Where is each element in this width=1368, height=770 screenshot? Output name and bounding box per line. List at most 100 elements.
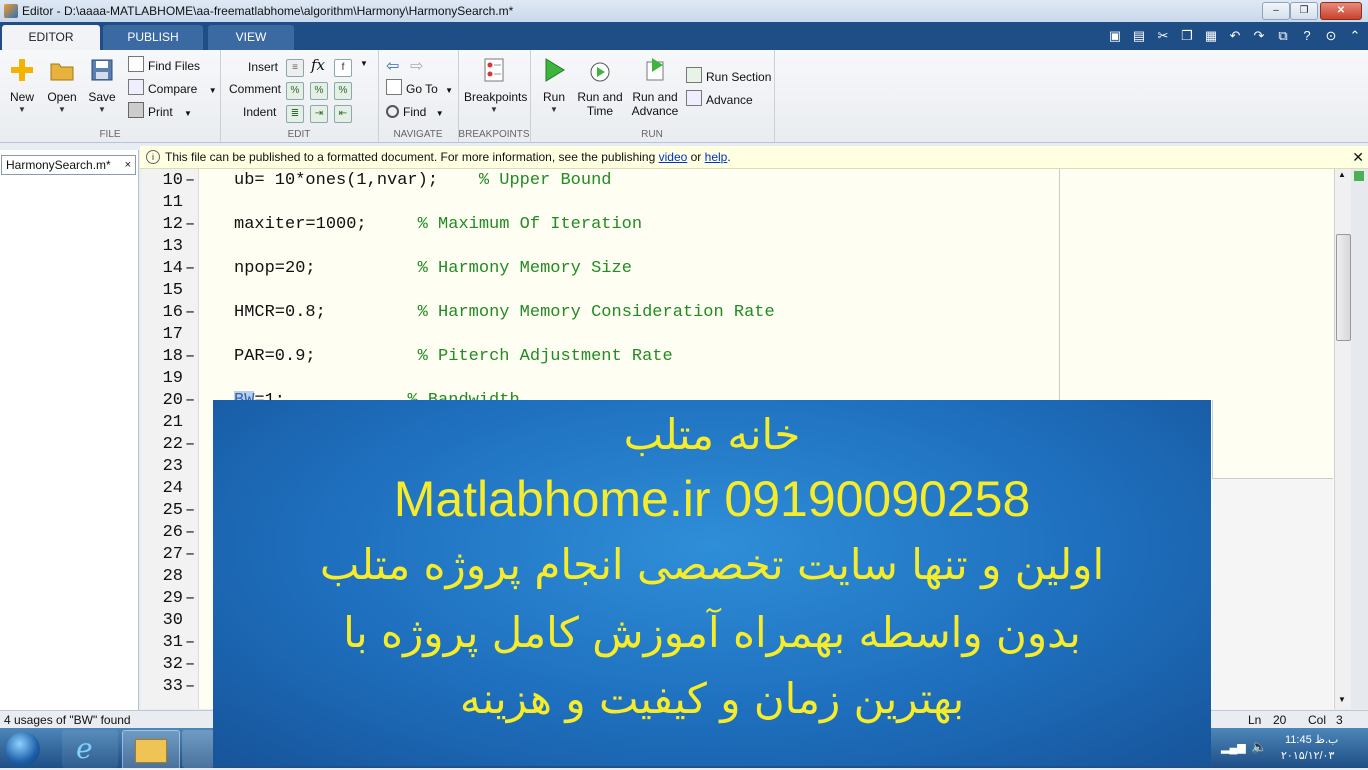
decrease-indent-icon[interactable]: ⇤ xyxy=(334,105,352,123)
matlab-taskbar-button[interactable] xyxy=(182,730,214,768)
fx-icon[interactable]: fx xyxy=(311,56,325,74)
close-window-button[interactable]: ✕ xyxy=(1320,2,1362,20)
save-button[interactable]: Save ▼ xyxy=(80,54,124,114)
new-button[interactable]: New ▼ xyxy=(0,54,44,114)
tab-view[interactable]: VIEW xyxy=(208,25,294,50)
video-link[interactable]: video xyxy=(659,150,688,164)
executable-line-marker[interactable]: – xyxy=(185,545,195,564)
advance-label: Advance xyxy=(706,93,753,107)
insert-button[interactable]: Insert xyxy=(248,57,278,77)
edit-group-label: EDIT xyxy=(287,129,311,140)
internet-explorer-taskbar-button[interactable]: e xyxy=(62,730,118,768)
help-icon[interactable]: ? xyxy=(1298,27,1316,45)
insert-section-icon[interactable]: ≡ xyxy=(286,59,304,77)
insert-function-icon[interactable]: f xyxy=(334,59,352,77)
close-tab-icon[interactable]: × xyxy=(125,156,131,174)
open-button[interactable]: Open ▼ xyxy=(40,54,84,114)
scroll-up-icon[interactable]: ▲ xyxy=(1338,170,1346,179)
executable-line-marker[interactable]: – xyxy=(185,523,195,542)
code-line[interactable]: PAR=0.9; % Piterch Adjustment Rate xyxy=(234,347,673,366)
close-notice-icon[interactable]: ✕ xyxy=(1352,146,1364,168)
save-quick-icon[interactable]: ▤ xyxy=(1130,27,1148,45)
file-tab-harmonysearch[interactable]: HarmonySearch.m* × xyxy=(1,155,136,175)
info-icon: i xyxy=(146,150,160,164)
smart-indent-icon[interactable]: ≣ xyxy=(286,105,304,123)
undo-icon[interactable]: ↶ xyxy=(1226,27,1244,45)
speaker-icon[interactable]: 🔈 xyxy=(1251,739,1267,755)
copy-icon[interactable]: ❐ xyxy=(1178,27,1196,45)
run-button[interactable]: Run ▼ xyxy=(532,54,576,114)
collapse-ribbon-icon[interactable]: ⌃ xyxy=(1346,27,1364,45)
explorer-taskbar-button[interactable] xyxy=(122,730,180,770)
clock-date[interactable]: ۲۰۱۵/۱۲/۰۳ xyxy=(1281,749,1334,762)
executable-line-marker[interactable]: – xyxy=(185,303,195,322)
executable-line-marker[interactable]: – xyxy=(185,215,195,234)
uncomment-icon[interactable]: % xyxy=(310,82,328,100)
executable-line-marker[interactable]: – xyxy=(185,435,195,454)
find-button[interactable]: Find ▼ xyxy=(386,102,444,122)
indent-button[interactable]: Indent xyxy=(243,102,276,122)
executable-line-marker[interactable]: – xyxy=(185,501,195,520)
code-text: HMCR=0.8; xyxy=(234,303,326,322)
paste-icon[interactable]: ▦ xyxy=(1202,27,1220,45)
scroll-down-icon[interactable]: ▼ xyxy=(1338,695,1346,704)
executable-line-marker[interactable]: – xyxy=(185,347,195,366)
system-tray: ▂▄▆ 🔈 11:45 ب.ظ ۲۰۱۵/۱۲/۰۳ xyxy=(1211,728,1368,768)
executable-line-marker[interactable]: – xyxy=(185,589,195,608)
comment-icon[interactable]: % xyxy=(286,82,304,100)
executable-line-marker[interactable]: – xyxy=(185,391,195,410)
code-analyzer-status-icon[interactable] xyxy=(1354,171,1364,181)
advance-icon xyxy=(686,90,702,106)
line-number: 20 xyxy=(162,391,183,410)
redo-icon[interactable]: ↷ xyxy=(1250,27,1268,45)
minimize-button[interactable]: ‒ xyxy=(1262,2,1290,20)
run-and-time-button[interactable]: Run and Time xyxy=(576,54,624,118)
clock-time[interactable]: 11:45 ب.ظ xyxy=(1285,733,1338,746)
breakpoints-button[interactable]: Breakpoints ▼ xyxy=(464,54,527,114)
compare-button[interactable]: Compare ▼ xyxy=(128,79,217,99)
internet-explorer-icon: e xyxy=(76,732,93,765)
signal-icon[interactable]: ▂▄▆ xyxy=(1221,741,1246,754)
run-section-button[interactable]: Run Section xyxy=(686,67,771,87)
maximize-button[interactable]: ❐ xyxy=(1290,2,1318,20)
code-line[interactable]: npop=20; % Harmony Memory Size xyxy=(234,259,632,278)
executable-line-marker[interactable]: – xyxy=(185,655,195,674)
scrollbar-thumb[interactable] xyxy=(1336,234,1351,341)
code-text: npop=20; xyxy=(234,259,316,278)
windows-start-icon[interactable] xyxy=(6,732,40,766)
increase-indent-icon[interactable]: ⇥ xyxy=(310,105,328,123)
options-icon[interactable]: ⊙ xyxy=(1322,27,1340,45)
wrap-comment-icon[interactable]: % xyxy=(334,82,352,100)
code-line[interactable]: ub= 10*ones(1,nvar); % Upper Bound xyxy=(234,171,611,190)
line-number: 32 xyxy=(162,655,183,674)
run-group-label: RUN xyxy=(641,129,663,140)
find-files-button[interactable]: Find Files xyxy=(128,56,200,76)
run-section-icon xyxy=(686,67,702,83)
floppy-disk-icon xyxy=(91,59,113,81)
executable-line-marker[interactable]: – xyxy=(185,171,195,190)
tab-publish[interactable]: PUBLISH xyxy=(103,25,203,50)
help-link[interactable]: help xyxy=(705,150,728,164)
banner-line-4: بدون واسطه بهمراه آموزش کامل پروژه با xyxy=(343,608,1081,657)
goto-button[interactable]: Go To ▼ xyxy=(386,79,453,99)
run-and-advance-button[interactable]: Run and Advance xyxy=(630,54,680,118)
comment-button[interactable]: Comment xyxy=(229,79,281,99)
executable-line-marker[interactable]: – xyxy=(185,677,195,696)
column-number: 3 xyxy=(1336,713,1343,727)
tab-editor[interactable]: EDITOR xyxy=(2,25,100,50)
line-number: 22 xyxy=(162,435,183,454)
chevron-down-icon[interactable]: ▼ xyxy=(360,59,368,68)
cut-icon[interactable]: ✂ xyxy=(1154,27,1172,45)
desktop-icon[interactable]: ▣ xyxy=(1106,27,1124,45)
code-line[interactable]: maxiter=1000; % Maximum Of Iteration xyxy=(234,215,642,234)
print-button[interactable]: Print ▼ xyxy=(128,102,192,122)
switch-window-icon[interactable]: ⧉ xyxy=(1274,27,1292,45)
back-arrow-icon[interactable]: ⇦ xyxy=(386,56,399,76)
executable-line-marker[interactable]: – xyxy=(185,633,195,652)
advance-button[interactable]: Advance xyxy=(686,90,753,110)
code-comment: % Harmony Memory Size xyxy=(417,259,632,278)
executable-line-marker[interactable]: – xyxy=(185,259,195,278)
chevron-down-icon: ▼ xyxy=(435,109,444,118)
forward-arrow-icon[interactable]: ⇨ xyxy=(410,56,423,76)
code-line[interactable]: HMCR=0.8; % Harmony Memory Consideration… xyxy=(234,303,775,322)
